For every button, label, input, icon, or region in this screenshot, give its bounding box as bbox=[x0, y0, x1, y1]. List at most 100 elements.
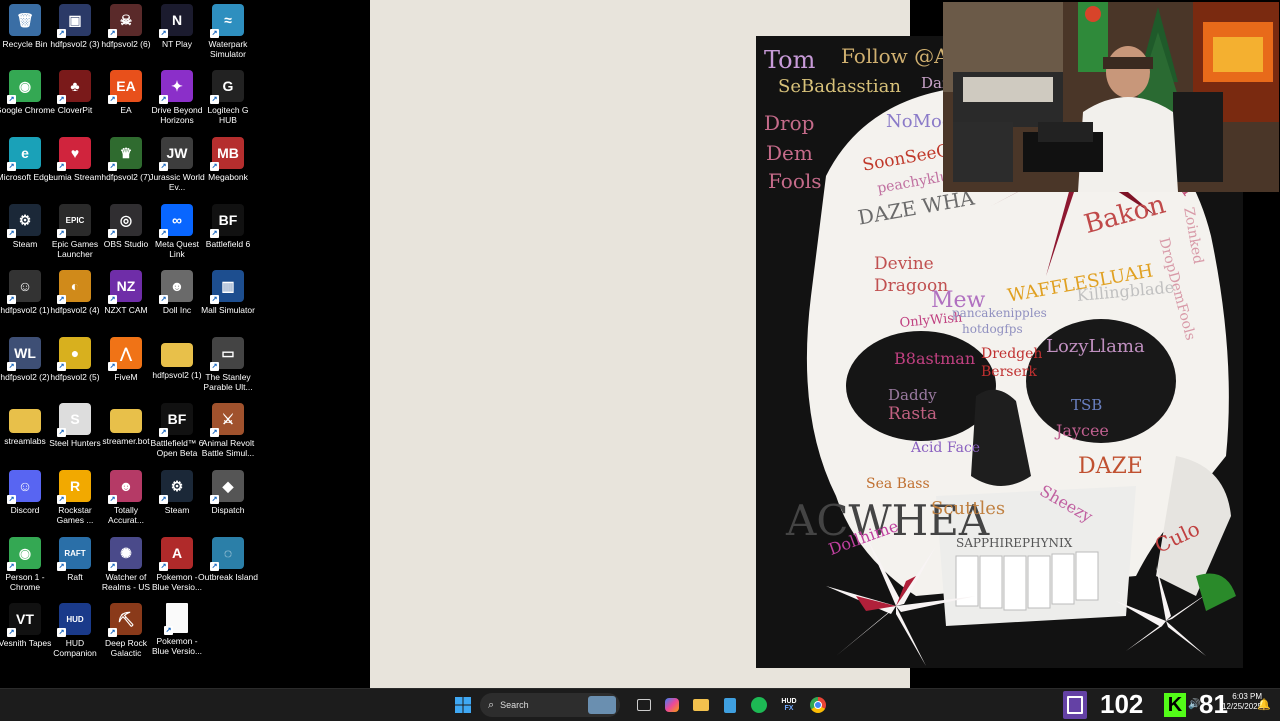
desktop-icon-4[interactable]: ≈ ↗ Waterpark Simulator bbox=[203, 4, 253, 59]
desktop-icon-33[interactable]: BF ↗ Battlefield™ 6 Open Beta bbox=[151, 403, 203, 458]
start-button[interactable] bbox=[452, 693, 474, 717]
taskbar-file-explorer[interactable] bbox=[691, 693, 711, 717]
taskbar-spotify[interactable] bbox=[749, 693, 769, 717]
painted-signature: Sea Bass bbox=[866, 476, 930, 492]
fivem-icon: ⋀ ↗ bbox=[108, 337, 142, 371]
desktop-icon-8[interactable]: ✦ ↗ Drive Beyond Horizons bbox=[151, 70, 203, 125]
logitech-icon: G ↗ bbox=[210, 70, 244, 104]
desktop-icon-25[interactable]: WL ↗ hdfpsvol2 (2) bbox=[0, 337, 50, 382]
shortcut-arrow-icon: ↗ bbox=[57, 95, 66, 104]
desktop-icon-46[interactable]: HUD ↗ HUD Companion bbox=[50, 603, 100, 658]
desktop-icon-35[interactable]: ☺ ↗ Discord bbox=[0, 470, 50, 515]
desktop-icon-label: Animal Revolt Battle Simul... bbox=[201, 438, 255, 458]
windows-logo-icon bbox=[455, 697, 471, 713]
task-view-button[interactable] bbox=[634, 693, 654, 717]
painted-signature: Jaycee bbox=[1056, 421, 1109, 440]
taskbar-search[interactable]: ⌕ Search bbox=[480, 693, 620, 717]
desktop-icon-3[interactable]: N ↗ NT Play bbox=[152, 4, 202, 49]
desktop-icon-44[interactable]: ◌ ↗ Outbreak Island bbox=[198, 537, 258, 582]
desktop-icon-31[interactable]: S ↗ Steel Hunters bbox=[49, 403, 101, 448]
icon-glyph: HUD bbox=[66, 614, 84, 624]
shortcut-arrow-icon: ↗ bbox=[57, 229, 66, 238]
desktop-icon-26[interactable]: ● ↗ hdfpsvol2 (5) bbox=[50, 337, 100, 382]
battlefield-icon: BF ↗ bbox=[159, 403, 193, 437]
desktop-icon-10[interactable]: e ↗ Microsoft Edge bbox=[0, 137, 53, 182]
discord-icon: ☺ ↗ bbox=[7, 470, 41, 504]
desktop-icon-36[interactable]: R ↗ Rockstar Games ... bbox=[50, 470, 100, 525]
desktop-icon-43[interactable]: A ↗ Pokemon - Blue Versio... bbox=[152, 537, 202, 592]
desktop-icon-12[interactable]: ♛ ↗ hdfpsvol2 (7) bbox=[101, 137, 151, 182]
desktop-icon-39[interactable]: ◆ ↗ Dispatch bbox=[203, 470, 253, 515]
steam-icon: ⚙ ↗ bbox=[159, 470, 193, 504]
kick-icon: K bbox=[1164, 693, 1186, 717]
jurassic-icon: JW ↗ bbox=[159, 137, 193, 171]
desktop-icon-23[interactable]: ☻ ↗ Doll Inc bbox=[152, 270, 202, 315]
painted-signature: Tom bbox=[764, 46, 816, 74]
ea-icon: EA ↗ bbox=[108, 70, 142, 104]
painted-signature: Fools bbox=[768, 169, 822, 193]
shortcut-arrow-icon: ↗ bbox=[7, 628, 16, 637]
icon-glyph: BF bbox=[218, 212, 238, 228]
icon-glyph: ◌ bbox=[223, 545, 233, 561]
desktop-icon-6[interactable]: ♣ ↗ CloverPit bbox=[50, 70, 100, 115]
desktop-icon-28[interactable]: hdfpsvol2 (1) bbox=[152, 337, 202, 380]
taskbar: ⌕ Search HUD FX 102 K 🔊 81 6:03 PM 12/25/… bbox=[0, 688, 1280, 721]
desktop-icon-29[interactable]: ▭ ↗ The Stanley Parable Ult... bbox=[203, 337, 253, 392]
deep-rock-icon: ⛏ ↗ bbox=[108, 603, 142, 637]
desktop-icon-11[interactable]: ♥ ↗ Lumia Stream bbox=[49, 137, 101, 182]
painted-signature: Scuttles bbox=[931, 498, 1006, 519]
taskbar-notepad[interactable] bbox=[720, 693, 740, 717]
desktop-icon-area: 🗑 Recycle Bin ▣ ↗ hdfpsvol2 (3) ☠ ↗ hdfpsvol2 (… bbox=[0, 0, 260, 688]
notification-bell-icon[interactable]: 🔔 bbox=[1257, 698, 1271, 711]
desktop-icon-41[interactable]: RAFT ↗ Raft bbox=[50, 537, 100, 582]
desktop-icon-0[interactable]: 🗑 Recycle Bin bbox=[0, 4, 50, 49]
desktop-icon-5[interactable]: ◉ ↗ Google Chrome bbox=[0, 70, 55, 115]
desktop-icon-45[interactable]: VT ↗ Vesnith Tapes bbox=[0, 603, 51, 648]
desktop-icon-7[interactable]: EA ↗ EA bbox=[101, 70, 151, 115]
desktop-icon-13[interactable]: JW ↗ Jurassic World Ev... bbox=[149, 137, 205, 192]
desktop-icon-40[interactable]: ◉ ↗ Person 1 - Chrome bbox=[0, 537, 50, 592]
desktop-icon-15[interactable]: ⚙ ↗ Steam bbox=[0, 204, 50, 249]
desktop-icon-label: Battlefield 6 bbox=[205, 239, 251, 249]
taskbar-hud-fx[interactable]: HUD FX bbox=[778, 693, 800, 717]
shortcut-arrow-icon: ↗ bbox=[159, 295, 168, 304]
painted-signature: LozyLlama bbox=[1046, 336, 1145, 357]
icon-glyph: ♣ bbox=[70, 78, 80, 94]
desktop-icon-16[interactable]: EPIC ↗ Epic Games Launcher bbox=[50, 204, 100, 259]
desktop-icon-30[interactable]: streamlabs bbox=[0, 403, 50, 446]
icon-glyph: ☺ bbox=[17, 478, 33, 494]
desktop-icon-24[interactable]: ▥ ↗ Mall Simulator bbox=[201, 270, 255, 315]
notepad-icon bbox=[724, 697, 736, 713]
desktop-icon-2[interactable]: ☠ ↗ hdfpsvol2 (6) bbox=[101, 4, 151, 49]
desktop-icon-14[interactable]: MB ↗ Megabonk bbox=[203, 137, 253, 182]
desktop-icon-1[interactable]: ▣ ↗ hdfpsvol2 (3) bbox=[50, 4, 100, 49]
tabs-icon: ☻ ↗ bbox=[108, 470, 142, 504]
steam-icon: ⚙ ↗ bbox=[7, 204, 41, 238]
desktop-icon-48[interactable]: ↗ Pokemon - Blue Versio... bbox=[152, 603, 202, 656]
taskbar-copilot[interactable] bbox=[662, 693, 682, 717]
desktop-icon-32[interactable]: streamer.bot bbox=[101, 403, 151, 446]
desktop-icon-20[interactable]: ☺ ↗ hdfpsvol2 (1) bbox=[0, 270, 50, 315]
raft-icon: RAFT ↗ bbox=[57, 537, 91, 571]
desktop-icon-27[interactable]: ⋀ ↗ FiveM bbox=[101, 337, 151, 382]
shortcut-arrow-icon: ↗ bbox=[108, 229, 117, 238]
desktop-icon-17[interactable]: ◎ ↗ OBS Studio bbox=[101, 204, 151, 249]
painted-signature: hotdogfps bbox=[962, 322, 1023, 336]
desktop-icon-42[interactable]: ✺ ↗ Watcher of Realms - US bbox=[101, 537, 151, 592]
desktop-icon-label: Waterpark Simulator bbox=[208, 39, 248, 59]
desktop-icon-22[interactable]: NZ ↗ NZXT CAM bbox=[101, 270, 151, 315]
desktop-icon-47[interactable]: ⛏ ↗ Deep Rock Galactic bbox=[101, 603, 151, 658]
file-icon: ↗ bbox=[164, 603, 188, 635]
desktop-icon-38[interactable]: ⚙ ↗ Steam bbox=[152, 470, 202, 515]
desktop-icon-21[interactable]: ◐ ↗ hdfpsvol2 (4) bbox=[50, 270, 100, 315]
desktop-icon-19[interactable]: BF ↗ Battlefield 6 bbox=[203, 204, 253, 249]
desktop-icon-34[interactable]: ⚔ ↗ Animal Revolt Battle Simul... bbox=[202, 403, 254, 458]
painted-signature: TSB bbox=[1071, 396, 1103, 414]
icon-glyph: N bbox=[171, 12, 183, 28]
desktop-icon-18[interactable]: ∞ ↗ Meta Quest Link bbox=[152, 204, 202, 259]
taskbar-chrome[interactable] bbox=[808, 693, 828, 717]
twitch-viewer-count: 102 bbox=[1100, 689, 1144, 719]
desktop-icon-9[interactable]: G ↗ Logitech G HUB bbox=[203, 70, 253, 125]
painted-signature: Dem bbox=[766, 141, 813, 165]
desktop-icon-37[interactable]: ☻ ↗ Totally Accurat... bbox=[101, 470, 151, 525]
